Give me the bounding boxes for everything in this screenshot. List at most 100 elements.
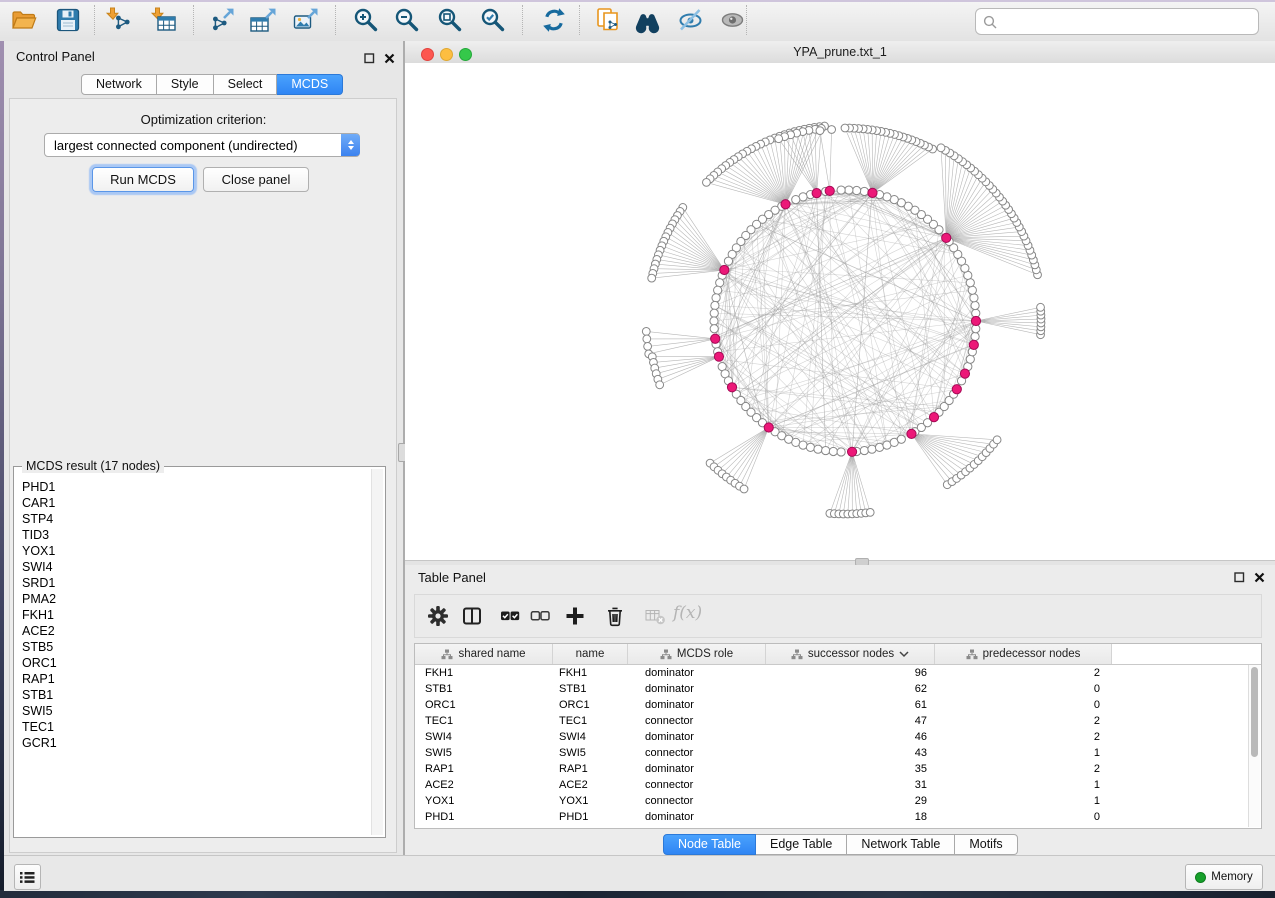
add-column-icon[interactable] — [564, 605, 586, 627]
show-all-icon[interactable] — [719, 6, 747, 34]
cell-mcds_role: connector — [628, 713, 766, 729]
table-row[interactable]: SWI5SWI5connector431 — [415, 745, 1261, 761]
close-table-panel-icon[interactable] — [1253, 571, 1266, 584]
cell-successor_nodes: 29 — [766, 793, 935, 809]
cell-mcds_role: dominator — [628, 697, 766, 713]
table-toolbar: f(x) — [414, 594, 1262, 638]
network-canvas[interactable] — [405, 63, 1275, 560]
cell-mcds_role: connector — [628, 793, 766, 809]
mcds-result-item[interactable]: STB1 — [15, 687, 371, 703]
criterion-value: largest connected component (undirected) — [45, 138, 341, 153]
first-neighbors-icon[interactable] — [634, 6, 662, 34]
import-table-icon[interactable] — [149, 6, 177, 34]
table-row[interactable]: PHD1PHD1dominator180 — [415, 809, 1261, 825]
mcds-result-item[interactable]: GCR1 — [15, 735, 371, 751]
export-table-icon[interactable] — [250, 6, 278, 34]
save-session-icon[interactable] — [54, 6, 82, 34]
cell-shared_name: PHD1 — [415, 809, 553, 825]
float-table-panel-icon[interactable] — [1233, 571, 1246, 584]
table-body: FKH1FKH1dominator962STB1STB1dominator620… — [415, 665, 1261, 825]
mcds-result-item[interactable]: TEC1 — [15, 719, 371, 735]
cell-shared_name: RAP1 — [415, 761, 553, 777]
import-network-icon[interactable] — [104, 6, 132, 34]
toolbar-separator — [335, 5, 336, 35]
delete-column-icon[interactable] — [604, 605, 626, 627]
tab-network[interactable]: Network — [81, 74, 157, 95]
deselect-all-icon[interactable] — [529, 605, 551, 627]
show-column-icon[interactable] — [461, 605, 483, 627]
export-image-icon[interactable] — [292, 6, 320, 34]
zoom-selected-icon[interactable] — [479, 6, 507, 34]
cell-mcds_role: connector — [628, 777, 766, 793]
mcds-result-item[interactable]: TID3 — [15, 527, 371, 543]
task-history-button[interactable] — [14, 864, 41, 890]
cell-predecessor_nodes: 2 — [935, 729, 1112, 745]
table-row[interactable]: ORC1ORC1dominator610 — [415, 697, 1261, 713]
column-label: shared name — [458, 648, 525, 660]
mcds-result-item[interactable]: SWI5 — [15, 703, 371, 719]
tab-motifs[interactable]: Motifs — [955, 834, 1017, 855]
column-header-name[interactable]: name — [553, 644, 628, 664]
mcds-result-item[interactable]: ACE2 — [15, 623, 371, 639]
new-network-from-selection-icon[interactable] — [594, 6, 622, 34]
zoom-out-icon[interactable] — [393, 6, 421, 34]
select-all-icon[interactable] — [499, 605, 521, 627]
export-network-icon[interactable] — [208, 6, 236, 34]
close-panel-button[interactable]: Close panel — [203, 167, 309, 192]
close-panel-icon[interactable] — [383, 52, 396, 65]
search-box[interactable] — [975, 8, 1259, 35]
search-input[interactable] — [997, 13, 1258, 31]
mcds-result-item[interactable]: STP4 — [15, 511, 371, 527]
mcds-result-item[interactable]: RAP1 — [15, 671, 371, 687]
mcds-result-item[interactable]: SWI4 — [15, 559, 371, 575]
cell-shared_name: YOX1 — [415, 793, 553, 809]
mcds-result-scrollbar[interactable] — [371, 469, 383, 835]
cell-shared_name: ORC1 — [415, 697, 553, 713]
hide-selected-icon[interactable] — [677, 6, 705, 34]
zoom-in-icon[interactable] — [352, 6, 380, 34]
table-row[interactable]: ACE2ACE2connector311 — [415, 777, 1261, 793]
tab-node-table[interactable]: Node Table — [663, 834, 756, 855]
refresh-layout-icon[interactable] — [540, 6, 568, 34]
mcds-result-item[interactable]: SRD1 — [15, 575, 371, 591]
run-mcds-button[interactable]: Run MCDS — [92, 167, 194, 192]
tab-style[interactable]: Style — [157, 74, 214, 95]
tab-edge-table[interactable]: Edge Table — [756, 834, 847, 855]
column-header-predecessor-nodes[interactable]: predecessor nodes — [935, 644, 1112, 664]
cell-mcds_role: connector — [628, 745, 766, 761]
mcds-result-item[interactable]: STB5 — [15, 639, 371, 655]
mcds-result-item[interactable]: CAR1 — [15, 495, 371, 511]
desktop-wallpaper-bottom — [0, 890, 1275, 898]
criterion-dropdown[interactable]: largest connected component (undirected) — [44, 133, 360, 157]
table-options-icon[interactable] — [427, 605, 449, 627]
open-file-icon[interactable] — [10, 6, 38, 34]
column-label: name — [576, 648, 605, 660]
mcds-result-item[interactable]: ORC1 — [15, 655, 371, 671]
memory-button[interactable]: Memory — [1185, 864, 1263, 890]
table-row[interactable]: STB1STB1dominator620 — [415, 681, 1261, 697]
float-panel-icon[interactable] — [363, 52, 376, 65]
cell-shared_name: FKH1 — [415, 665, 553, 681]
tab-mcds[interactable]: MCDS — [277, 74, 343, 95]
cell-shared_name: ACE2 — [415, 777, 553, 793]
column-header-successor-nodes[interactable]: successor nodes — [766, 644, 935, 664]
tab-network-table[interactable]: Network Table — [847, 834, 955, 855]
cell-shared_name: SWI4 — [415, 729, 553, 745]
column-header-shared-name[interactable]: shared name — [415, 644, 553, 664]
table-row[interactable]: YOX1YOX1connector291 — [415, 793, 1261, 809]
tab-select[interactable]: Select — [214, 74, 278, 95]
cell-successor_nodes: 18 — [766, 809, 935, 825]
table-row[interactable]: SWI4SWI4dominator462 — [415, 729, 1261, 745]
mcds-result-item[interactable]: PMA2 — [15, 591, 371, 607]
table-scrollbar[interactable] — [1248, 665, 1260, 827]
table-row[interactable]: FKH1FKH1dominator962 — [415, 665, 1261, 681]
mcds-result-item[interactable]: YOX1 — [15, 543, 371, 559]
mcds-result-item[interactable]: FKH1 — [15, 607, 371, 623]
table-scrollbar-thumb[interactable] — [1251, 667, 1258, 757]
function-builder-icon: f(x) — [673, 603, 702, 623]
mcds-result-item[interactable]: PHD1 — [15, 479, 371, 495]
table-row[interactable]: TEC1TEC1connector472 — [415, 713, 1261, 729]
zoom-fit-icon[interactable] — [436, 6, 464, 34]
column-header-MCDS-role[interactable]: MCDS role — [628, 644, 766, 664]
table-row[interactable]: RAP1RAP1dominator352 — [415, 761, 1261, 777]
